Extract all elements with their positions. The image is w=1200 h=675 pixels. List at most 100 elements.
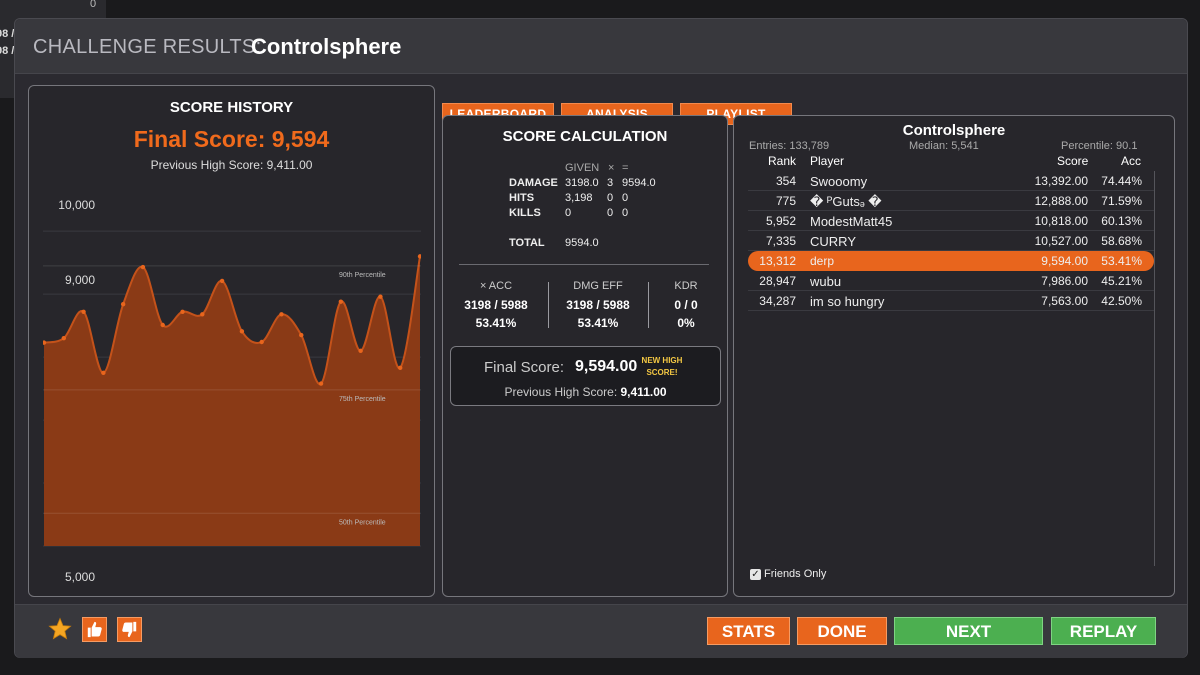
done-button[interactable]: DONE [797, 617, 887, 645]
thumbs-down-icon[interactable] [117, 617, 142, 642]
previous-high-value: 9,411.00 [620, 385, 667, 399]
stat-label: DMG EFF [573, 280, 623, 292]
leaderboard-list: 354 Swooomy 13,392.00 74.44% 775 � ᴾGuts… [748, 171, 1154, 311]
row-rank: 5,952 [765, 214, 796, 228]
stat-ratio: 0 / 0 [674, 298, 698, 312]
row-player: im so hungry [810, 294, 885, 309]
previous-high-label: Previous High Score: [504, 385, 618, 399]
multiplier-header: × [608, 162, 615, 174]
leaderboard-row[interactable]: 34,287 im so hungry 7,563.00 42.50% [748, 291, 1154, 311]
final-score-value: 9,594.00 [575, 358, 638, 375]
score-point [338, 299, 344, 304]
total-value: 9594.0 [565, 237, 599, 249]
score-point [398, 365, 403, 371]
calc-multiplier: 0 [607, 207, 614, 219]
score-calculation-panel: SCORE CALCULATION GIVEN × = DAMAGE 3198.… [442, 115, 728, 597]
replay-button[interactable]: REPLAY [1051, 617, 1156, 645]
percentile-label: 75th Percentile [339, 396, 386, 403]
row-score: 10,818.00 [1034, 214, 1088, 228]
stat-ratio: 3198 / 5988 [464, 298, 528, 312]
calc-result: 9594.0 [622, 177, 656, 189]
divider [459, 264, 709, 265]
leaderboard-row[interactable]: 28,947 wubu 7,986.00 45.21% [748, 271, 1154, 291]
friends-only-toggle[interactable]: ✓ Friends Only [750, 568, 826, 580]
favorite-star-icon[interactable] [48, 617, 72, 641]
kdr-stat: KDR 0 / 0 0% [639, 280, 733, 330]
divider [548, 282, 549, 328]
calc-row-label: KILLS [509, 207, 541, 219]
score-history-title: SCORE HISTORY [169, 99, 294, 116]
acc-header[interactable]: Acc [1121, 154, 1141, 168]
rank-header[interactable]: Rank [768, 154, 796, 168]
new-high-score-badge: NEW HIGH SCORE! [641, 356, 683, 377]
row-player: ModestMatt45 [810, 214, 893, 229]
stat-percent: 53.41% [475, 316, 517, 330]
score-point [81, 309, 86, 314]
calc-given: 3,198 [565, 192, 593, 204]
score-point [160, 322, 165, 328]
total-label: TOTAL [509, 237, 545, 249]
row-accuracy: 45.21% [1101, 274, 1142, 288]
title-prefix: CHALLENGE RESULTS: [33, 36, 262, 58]
row-player: wubu [810, 274, 842, 289]
row-score: 12,888.00 [1034, 194, 1088, 208]
row-rank: 775 [775, 194, 796, 208]
row-player: Swooomy [810, 174, 868, 189]
leaderboard-row-current-player[interactable]: 13,312 derp 9,594.00 53.41% [748, 251, 1154, 271]
row-accuracy: 53.41% [1101, 254, 1142, 268]
accuracy-stat: × ACC 3198 / 5988 53.41% [449, 280, 543, 330]
score-history-panel: SCORE HISTORY Final Score: 9,594 Previou… [28, 85, 435, 597]
percentile-label: 50th Percentile [339, 519, 386, 526]
bottom-action-bar: STATS DONE NEXT REPLAY [15, 604, 1187, 658]
damage-efficiency-stat: DMG EFF 3198 / 5988 53.41% [551, 280, 645, 330]
score-point [239, 329, 245, 334]
score-header[interactable]: Score [1057, 154, 1088, 168]
leaderboard-row[interactable]: 5,952 ModestMatt45 10,818.00 60.13% [748, 211, 1154, 231]
leaderboard-row[interactable]: 775 � ᴾGutsₔ � 12,888.00 71.59% [748, 191, 1154, 211]
leaderboard-row[interactable]: 354 Swooomy 13,392.00 74.44% [748, 171, 1154, 191]
row-accuracy: 58.68% [1101, 234, 1142, 248]
final-score-label: Final Score: [484, 359, 565, 376]
row-score: 7,563.00 [1041, 294, 1088, 308]
final-score-box: Final Score: 9,594.00 NEW HIGH SCORE! Pr… [450, 346, 721, 406]
score-point [180, 309, 185, 314]
median-score: Median: 5,541 [909, 140, 979, 152]
stat-label: × ACC [479, 280, 513, 292]
score-point [417, 254, 421, 259]
calc-row-label: DAMAGE [509, 177, 558, 189]
score-point [120, 302, 126, 307]
percentile: Percentile: 90.1 [1061, 140, 1138, 152]
scenario-name: Controlsphere [251, 34, 402, 59]
row-player: CURRY [810, 234, 856, 249]
thumbs-up-icon[interactable] [82, 617, 107, 642]
given-header: GIVEN [565, 162, 600, 174]
next-button[interactable]: NEXT [894, 617, 1043, 645]
result-header: = [622, 162, 629, 174]
calc-multiplier: 0 [607, 192, 614, 204]
checkbox-checked-icon[interactable]: ✓ [750, 568, 761, 580]
row-rank: 354 [775, 174, 796, 188]
previous-high-score: Previous High Score: 9,411.00 [150, 158, 313, 172]
leaderboard-panel: Controlsphere Entries: 133,789 Median: 5… [733, 115, 1175, 597]
stats-button[interactable]: STATS [707, 617, 790, 645]
row-rank: 28,947 [759, 274, 796, 288]
stat-percent: 53.41% [577, 316, 619, 330]
score-point [279, 312, 284, 317]
entries-count: Entries: 133,789 [749, 140, 830, 152]
calc-given: 0 [565, 207, 572, 219]
score-point [101, 370, 106, 376]
thumbs-down-glyph [122, 621, 137, 638]
row-accuracy: 60.13% [1101, 214, 1142, 228]
leaderboard-scrollbar[interactable] [1154, 171, 1155, 566]
score-point [358, 348, 363, 354]
stat-label: KDR [674, 280, 698, 292]
background-value: 98 / [0, 45, 15, 57]
leaderboard-row[interactable]: 7,335 CURRY 10,527.00 58.68% [748, 231, 1154, 251]
row-rank: 7,335 [765, 234, 796, 248]
player-header[interactable]: Player [810, 154, 844, 168]
row-player: � ᴾGutsₔ � [810, 194, 882, 209]
score-point [140, 264, 146, 270]
score-point [200, 312, 205, 317]
calc-result: 0 [622, 192, 629, 204]
calc-given: 3198.0 [565, 177, 599, 189]
